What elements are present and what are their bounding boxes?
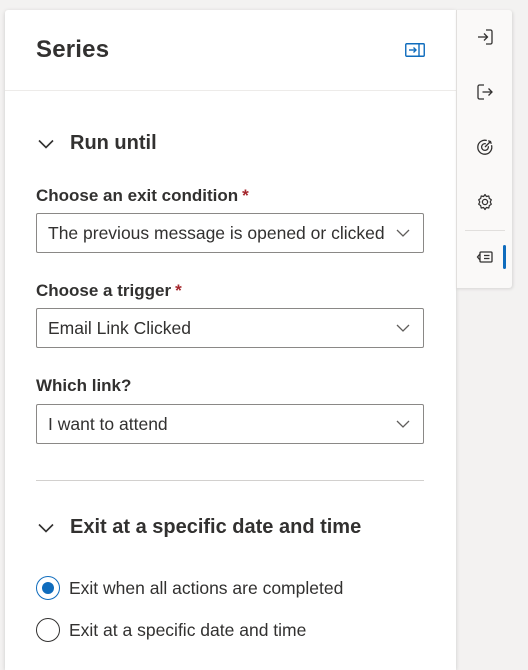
sign-in-icon[interactable] [457,15,513,59]
required-mark: * [175,281,182,300]
section-divider [36,480,424,481]
active-indicator [503,245,506,269]
chevron-down-icon [396,420,410,428]
sign-out-icon[interactable] [457,70,513,114]
exit-condition-label: Choose an exit condition * [36,186,249,205]
radio-exit-specific-date[interactable]: Exit at a specific date and time [36,618,306,642]
exit-condition-dropdown[interactable]: The previous message is opened or clicke… [36,213,424,253]
radio-exit-all-completed[interactable]: Exit when all actions are completed [36,576,343,600]
radio-label: Exit at a specific date and time [69,619,307,640]
section-title-exit: Exit at a specific date and time [70,516,362,538]
series-properties-icon[interactable] [457,235,513,279]
rail-divider [465,230,505,231]
exit-condition-value: The previous message is opened or clicke… [48,222,385,243]
run-until-section-toggle[interactable]: Run until [36,132,157,155]
radio-button-checked[interactable] [36,576,60,600]
panel-collapse-icon[interactable] [404,41,426,59]
settings-icon[interactable] [457,180,513,224]
properties-panel: Series Run until Choose an exit conditio… [5,10,456,670]
chevron-down-icon [38,523,54,533]
goal-icon[interactable] [457,125,513,169]
which-link-value: I want to attend [48,413,168,434]
trigger-value: Email Link Clicked [48,317,191,338]
chevron-down-icon [396,324,410,332]
panel-title: Series [36,36,110,63]
side-rail [456,10,512,288]
radio-label: Exit when all actions are completed [69,577,344,598]
which-link-label: Which link? [36,376,132,395]
chevron-down-icon [38,139,54,149]
section-title-run-until: Run until [70,132,157,154]
panel-header: Series [5,10,456,91]
radio-button-unchecked[interactable] [36,618,60,642]
which-link-dropdown[interactable]: I want to attend [36,404,424,444]
trigger-label: Choose a trigger * [36,281,182,300]
exit-section-toggle[interactable]: Exit at a specific date and time [36,516,361,539]
required-mark: * [242,186,249,205]
chevron-down-icon [396,229,410,237]
trigger-dropdown[interactable]: Email Link Clicked [36,308,424,348]
